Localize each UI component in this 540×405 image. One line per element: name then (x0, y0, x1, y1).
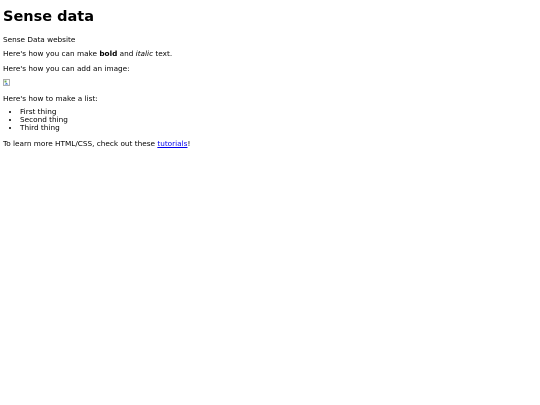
list-instructions: Here's how to make a list: (3, 94, 98, 103)
formatting-text-after: text. (153, 49, 173, 58)
learn-more-paragraph: To learn more HTML/CSS, check out these … (3, 139, 190, 148)
formatting-text-before: Here's how you can make (3, 49, 100, 58)
image-instructions: Here's how you can add an image: (3, 64, 130, 73)
bold-text: bold (99, 49, 118, 58)
formatting-text-middle: and (117, 49, 136, 58)
broken-image-icon (3, 79, 10, 86)
learn-more-text: To learn more HTML/CSS, check out these (3, 139, 158, 148)
formatting-paragraph: Here's how you can make bold and italic … (3, 49, 172, 58)
intro-text: Sense Data website (3, 35, 76, 44)
tutorials-link[interactable]: tutorials (157, 139, 187, 148)
bulleted-list: First thing Second thing Third thing (3, 108, 68, 132)
page-heading: Sense data (3, 9, 94, 25)
italic-text: italic (135, 49, 154, 58)
learn-more-suffix: ! (187, 139, 191, 148)
list-item: Third thing (20, 124, 68, 132)
